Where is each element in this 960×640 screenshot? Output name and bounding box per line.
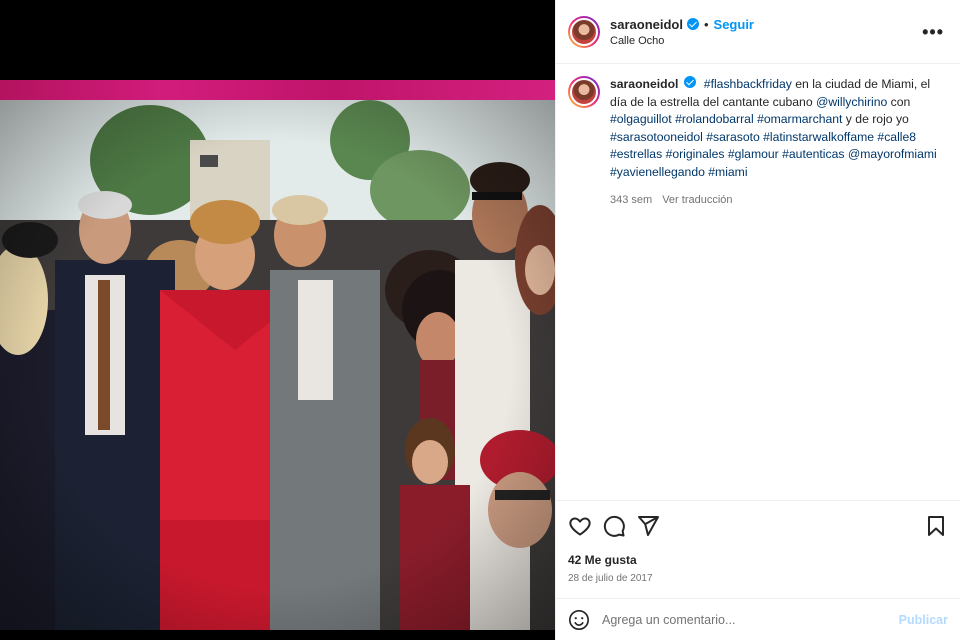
username-link[interactable]: saraoneidol	[610, 17, 683, 32]
avatar-image	[570, 17, 598, 46]
caption-segment: con	[887, 94, 911, 109]
comment-input[interactable]	[602, 612, 899, 627]
photo-frame	[0, 80, 555, 630]
photo-illustration	[0, 100, 555, 630]
post-photo[interactable]	[0, 100, 555, 630]
hashtag-link[interactable]: #autenticas	[782, 147, 844, 161]
header-row: saraoneidol • Seguir	[610, 17, 918, 32]
publish-button[interactable]: Publicar	[899, 613, 948, 627]
caption: saraoneidol #flashbackfriday en la ciuda…	[568, 76, 948, 182]
send-icon[interactable]	[636, 514, 660, 538]
avatar[interactable]	[568, 15, 600, 48]
emoji-icon[interactable]	[568, 609, 590, 631]
separator-dot: •	[703, 16, 709, 32]
caption-area: saraoneidol #flashbackfriday en la ciuda…	[556, 64, 960, 500]
translate-link[interactable]: Ver traducción	[662, 194, 732, 206]
hashtag-link[interactable]: #calle8	[877, 130, 916, 144]
hashtag-link[interactable]: #flashbackfriday	[704, 77, 792, 91]
caption-meta: 343 sem Ver traducción	[610, 194, 948, 206]
hashtag-link[interactable]: @willychirino	[816, 95, 887, 109]
post-age: 343 sem	[610, 193, 653, 206]
header-text: saraoneidol • Seguir Calle Ocho	[610, 17, 918, 47]
hashtag-link[interactable]: #originales	[666, 147, 725, 161]
verified-badge-icon	[684, 76, 697, 88]
hashtag-link[interactable]: #latinstarwalkoffame	[763, 130, 874, 144]
hashtag-link[interactable]: #sarasotooneidol	[610, 130, 703, 144]
comment-bar: Publicar	[556, 598, 960, 640]
hashtag-link[interactable]: @mayorofmiami	[848, 147, 937, 161]
post-media	[0, 0, 555, 640]
caption-username-link[interactable]: saraoneidol	[610, 77, 678, 91]
caption-segment: y de rojo yo	[842, 112, 909, 127]
hashtag-link[interactable]: #yavienellegando	[610, 165, 705, 179]
bookmark-icon[interactable]	[924, 514, 948, 538]
more-options-icon[interactable]: •••	[918, 23, 948, 41]
hashtag-link[interactable]: #rolandobarral	[675, 112, 754, 126]
hashtag-link[interactable]: #sarasoto	[706, 130, 760, 144]
avatar-image	[570, 78, 598, 106]
likes-count[interactable]: 42 Me gusta	[568, 553, 637, 567]
hashtag-link[interactable]: #estrellas	[610, 147, 662, 161]
follow-button[interactable]: Seguir	[714, 17, 754, 32]
location-link[interactable]: Calle Ocho	[610, 35, 918, 47]
caption-text: saraoneidol #flashbackfriday en la ciuda…	[610, 76, 948, 182]
caption-avatar[interactable]	[568, 76, 600, 108]
heart-icon[interactable]	[568, 514, 592, 538]
comment-icon[interactable]	[602, 514, 626, 538]
hashtag-link[interactable]: #miami	[708, 165, 747, 179]
verified-badge-icon	[686, 18, 699, 30]
hashtag-link[interactable]: #glamour	[728, 147, 779, 161]
hashtag-link[interactable]: #omarmarchant	[757, 112, 842, 126]
action-bar	[556, 500, 960, 550]
instagram-post-view: saraoneidol • Seguir Calle Ocho ••• sara…	[0, 0, 960, 640]
post-header: saraoneidol • Seguir Calle Ocho •••	[556, 0, 960, 64]
post-side-panel: saraoneidol • Seguir Calle Ocho ••• sara…	[555, 0, 960, 640]
hashtag-link[interactable]: #olgaguillot	[610, 112, 672, 126]
post-date: 28 de julio de 2017	[568, 573, 653, 584]
